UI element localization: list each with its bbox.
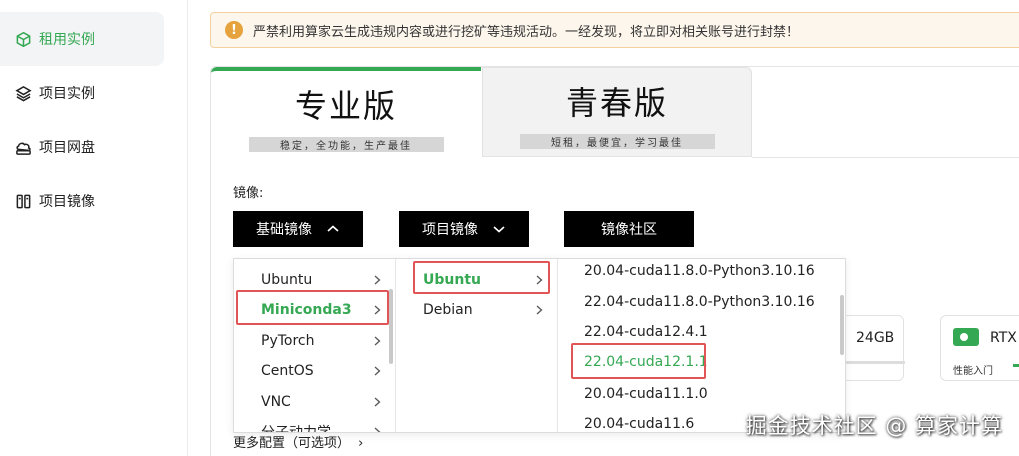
chevron-right-icon [374,336,381,346]
button-label: 项目镜像 [422,222,478,238]
chevron-right-icon [374,397,381,407]
chevron-down-icon [492,224,506,234]
scrollbar[interactable] [389,289,393,364]
button-label: 镜像社区 [601,222,657,238]
option-label: 分子动力学 [261,425,331,433]
option-label: CentOS [261,363,314,379]
sidebar-item-label: 项目网盘 [39,140,95,156]
layers-icon [14,84,32,102]
cascader-column-os: Ubuntu Miniconda3 PyTorch CentOS VNC 分子动… [234,259,396,433]
sidebar-item-label: 项目镜像 [39,194,95,210]
memory-value: 24GB [856,330,895,346]
sidebar-item-label: 租用实例 [39,32,95,48]
option-label: 20.04-cuda11.6 [584,416,695,432]
sidebar-item-project-drive[interactable]: 项目网盘 [0,120,164,174]
watermark: 掘金技术社区 @ 算家计算 [745,414,1003,438]
chevron-right-icon: › [358,436,364,451]
scrollbar[interactable] [840,295,844,355]
cascader-option-molecular-dynamics[interactable]: 分子动力学 [234,417,395,433]
tab-title: 专业版 [294,87,397,125]
chevron-right-icon [536,275,543,285]
gpu-tier: 性能入门 [953,366,993,377]
project-mirror-button[interactable]: 项目镜像 [399,211,529,247]
mirror-icon [14,192,32,210]
warning-banner: ! 严禁利用算家云生成违规内容或进行挖矿等违规活动。一经发现，将立即对相关账号进… [210,12,1019,48]
cloud-drive-icon [14,138,32,156]
option-label: Miniconda3 [261,302,352,318]
chevron-right-icon [374,427,381,432]
cube-icon [14,30,32,48]
mirror-label: 镜像: [233,186,264,201]
cascader-option-ubuntu[interactable]: Ubuntu [396,265,557,295]
cascader-column-version: 20.04-cuda11.8.0-Python3.10.16 22.04-cud… [558,259,845,432]
warning-icon: ! [225,21,243,39]
more-config-link[interactable]: 更多配置（可选项） › [233,432,363,451]
sidebar-item-label: 项目实例 [39,86,95,102]
more-config-label: 更多配置（可选项） [233,436,351,451]
sidebar-item-project-instance[interactable]: 项目实例 [0,66,164,120]
tab-pro[interactable]: 专业版 稳定，全功能，生产最佳 [211,67,481,157]
chevron-right-icon [374,305,381,315]
chevron-right-icon [374,275,381,285]
cascader-column-base: Ubuntu Debian [396,259,558,432]
option-label: Debian [423,302,473,318]
tab-title: 青春版 [565,84,668,122]
sidebar-item-project-mirror[interactable]: 项目镜像 [0,174,164,228]
tab-youth[interactable]: 青春版 短租，最便宜，学习最佳 [482,67,752,157]
button-label: 基础镜像 [256,222,312,238]
gpu-name: RTX [990,330,1017,346]
tab-subtitle: 稳定，全功能，生产最佳 [248,137,444,152]
cascader-option-vnc[interactable]: VNC [234,387,395,417]
chevron-right-icon [536,305,543,315]
option-label: 20.04-cuda11.1.0 [584,386,708,402]
cascader-option-version[interactable]: 22.04-cuda12.4.1 [558,317,845,347]
option-label: 22.04-cuda12.4.1 [584,324,708,340]
option-label: VNC [261,394,291,410]
chevron-right-icon [374,366,381,376]
option-label: 22.04-cuda12.1.1 [584,354,708,370]
cascader-option-ubuntu[interactable]: Ubuntu [234,265,395,295]
cascader-option-centos[interactable]: CentOS [234,356,395,386]
cascader-option-version[interactable]: 20.04-cuda11.8.0-Python3.10.16 [558,259,845,286]
option-label: 20.04-cuda11.8.0-Python3.10.16 [584,263,815,279]
mirror-cascader: Ubuntu Miniconda3 PyTorch CentOS VNC 分子动… [233,258,846,433]
cascader-option-version[interactable]: 20.04-cuda11.1.0 [558,379,845,409]
sidebar: 租用实例 项目实例 项目网盘 项目镜像 [0,0,188,456]
cascader-option-version-selected[interactable]: 22.04-cuda12.1.1 [558,347,845,377]
option-label: Ubuntu [261,272,313,288]
mirror-community-button[interactable]: 镜像社区 [564,211,694,247]
option-label: PyTorch [261,333,315,349]
cascader-option-version[interactable]: 22.04-cuda11.8.0-Python3.10.16 [558,287,845,317]
gpu-card[interactable]: RTX 性能入门 [940,315,1019,381]
cascader-option-debian[interactable]: Debian [396,295,557,325]
base-mirror-button[interactable]: 基础镜像 [233,211,363,247]
gpu-icon [953,328,979,346]
gpu-tier-bar [1013,364,1019,367]
chevron-up-icon [326,224,340,234]
cascader-option-miniconda3[interactable]: Miniconda3 [234,295,395,325]
option-label: Ubuntu [423,272,481,288]
tab-subtitle: 短租，最便宜，学习最佳 [519,134,715,149]
cascader-option-pytorch[interactable]: PyTorch [234,326,395,356]
option-label: 22.04-cuda11.8.0-Python3.10.16 [584,294,815,310]
warning-text: 严禁利用算家云生成违规内容或进行挖矿等违规活动。一经发现，将立即对相关账号进行封… [253,24,800,40]
sidebar-item-rent-instance[interactable]: 租用实例 [0,12,164,66]
tab-divider [752,157,1019,158]
